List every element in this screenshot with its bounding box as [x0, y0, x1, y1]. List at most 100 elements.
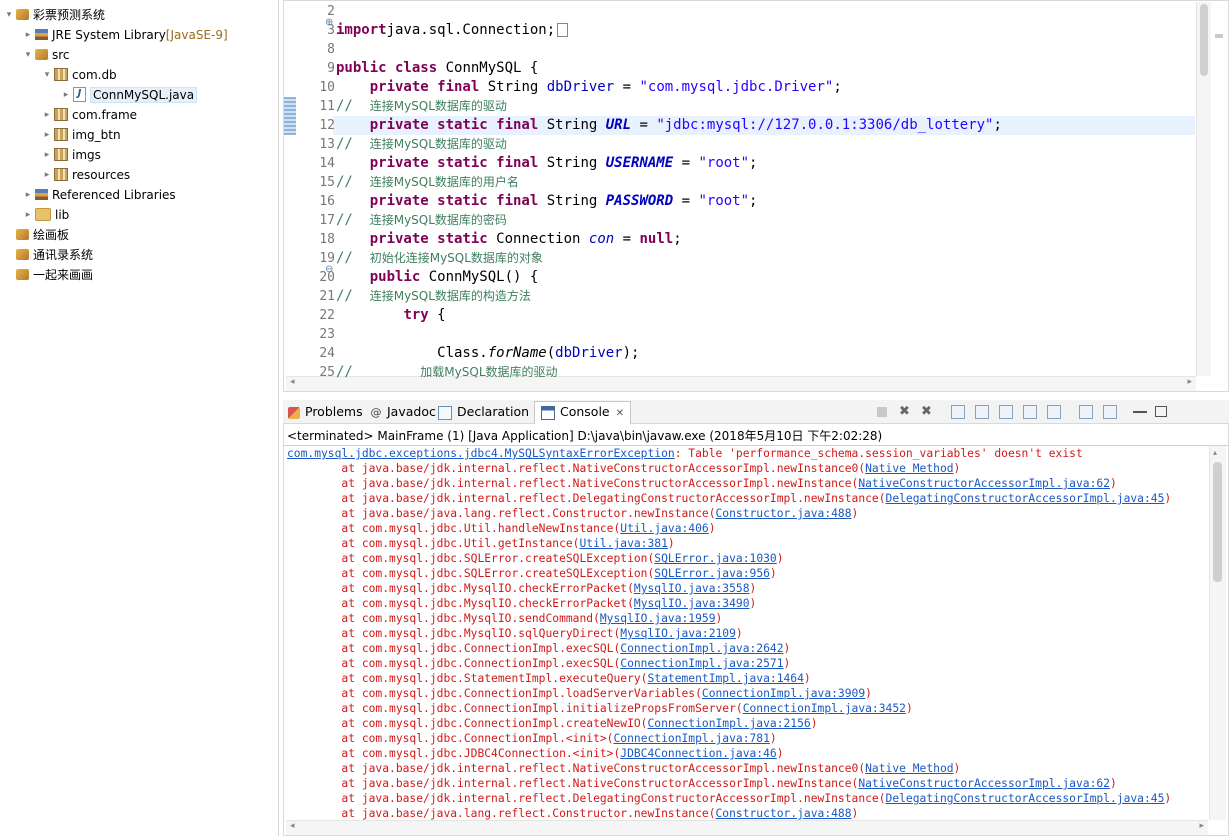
code-line[interactable]: try {	[336, 306, 445, 325]
tree-item[interactable]: ▸ Referenced Libraries	[23, 185, 176, 205]
stack-frame-link[interactable]: JDBC4Connection.java:46	[620, 747, 776, 760]
code-line[interactable]: private static Connection con = null;	[336, 230, 682, 249]
collapse-fold-icon[interactable]: ⊖	[325, 264, 333, 275]
code-line[interactable]: importjava.sql.Connection;	[336, 21, 569, 40]
stack-frame-link[interactable]: Constructor.java:488	[716, 507, 852, 520]
code-line[interactable]: // 加载MySQL数据库的驱动	[336, 363, 558, 382]
stack-frame-link[interactable]: ConnectionImpl.java:2642	[620, 642, 783, 655]
code-line[interactable]: // 连接MySQL数据库的构造方法	[336, 287, 531, 306]
tab-declaration[interactable]: Declaration	[438, 402, 529, 422]
collapse-icon[interactable]: ▾	[42, 65, 52, 85]
console-scroll-up-icon[interactable]: ▴	[1213, 448, 1217, 457]
show-on-output-icon[interactable]	[1047, 405, 1061, 419]
clear-console-icon[interactable]	[951, 405, 965, 419]
stack-frame-link[interactable]: StatementImpl.java:1464	[647, 672, 803, 685]
stack-frame-link[interactable]: MysqlIO.java:3490	[634, 597, 750, 610]
code-line[interactable]: // 连接MySQL数据库的用户名	[336, 173, 519, 192]
code-line[interactable]: // 连接MySQL数据库的驱动	[336, 135, 507, 154]
code-line[interactable]: // 初始化连接MySQL数据库的对象	[336, 249, 543, 268]
stack-frame-link[interactable]: DelegatingConstructorAccessorImpl.java:4…	[886, 492, 1165, 505]
code-line[interactable]: public ConnMySQL() {	[336, 268, 539, 287]
stack-frame-link[interactable]: ConnectionImpl.java:3452	[743, 702, 906, 715]
close-icon[interactable]: ✕	[616, 408, 624, 419]
expand-icon[interactable]: ▸	[23, 25, 33, 45]
expand-icon[interactable]: ▸	[23, 205, 33, 225]
collapse-icon[interactable]: ▾	[23, 45, 33, 65]
tree-item[interactable]: ▸ resources	[42, 165, 130, 185]
stack-frame-link[interactable]: MysqlIO.java:1959	[600, 612, 716, 625]
stack-frame-link[interactable]: SQLError.java:956	[654, 567, 770, 580]
terminate-icon[interactable]	[877, 407, 887, 417]
stack-frame-link[interactable]: Constructor.java:488	[716, 807, 852, 820]
folded-imports-icon[interactable]	[557, 23, 569, 37]
remove-all-icon[interactable]: ✖	[921, 405, 935, 419]
code-line[interactable]: private static final String USERNAME = "…	[336, 154, 758, 173]
tab-problems[interactable]: Problems	[288, 402, 363, 422]
stack-frame-link[interactable]: MysqlIO.java:3558	[634, 582, 750, 595]
code-line[interactable]: private static final String PASSWORD = "…	[336, 192, 758, 211]
pin-console-icon[interactable]	[1023, 405, 1037, 419]
code-line[interactable]: private final String dbDriver = "com.mys…	[336, 78, 842, 97]
code-line[interactable]: // 连接MySQL数据库的密码	[336, 211, 507, 230]
stack-frame-link[interactable]: ConnectionImpl.java:3909	[702, 687, 865, 700]
maximize-icon[interactable]	[1155, 406, 1167, 417]
tree-item[interactable]: ▸ img_btn	[42, 125, 121, 145]
expand-icon[interactable]: ▸	[42, 105, 52, 125]
tab-javadoc[interactable]: @ Javadoc	[370, 402, 436, 422]
expand-icon[interactable]: ▸	[42, 165, 52, 185]
stack-frame-link[interactable]: ConnectionImpl.java:2156	[647, 717, 810, 730]
console-text: )	[1109, 777, 1117, 790]
editor-overview-ruler[interactable]	[1212, 2, 1226, 376]
collapse-icon[interactable]: ▾	[4, 5, 14, 25]
tree-item[interactable]: ▾ 彩票预测系统	[4, 5, 105, 25]
code-line[interactable]: // 连接MySQL数据库的驱动	[336, 97, 507, 116]
exception-link[interactable]: com.mysql.jdbc.exceptions.jdbc4.MySQLSyn…	[287, 447, 675, 460]
display-console-icon[interactable]	[1079, 405, 1093, 419]
stack-frame-link[interactable]: Util.java:406	[620, 522, 708, 535]
stack-frame-link[interactable]: Native Method	[865, 762, 953, 775]
open-console-icon[interactable]	[1103, 405, 1117, 419]
tree-item[interactable]: ▸ JRE System Library[JavaSE-9]	[23, 25, 228, 45]
tree-item[interactable]: ▸ J ConnMySQL.java	[61, 85, 198, 105]
word-wrap-icon[interactable]	[999, 405, 1013, 419]
expand-icon[interactable]: ▸	[23, 185, 33, 205]
minimize-icon[interactable]	[1133, 405, 1147, 413]
console-scroll-thumb[interactable]	[1213, 462, 1222, 582]
tree-item[interactable]: ▾ src	[23, 45, 70, 65]
remove-launch-icon[interactable]: ✖	[899, 405, 913, 419]
stack-frame-link[interactable]: DelegatingConstructorAccessorImpl.java:4…	[886, 792, 1165, 805]
scroll-right-icon[interactable]: ▸	[1187, 377, 1192, 387]
console-scroll-right-icon[interactable]: ▸	[1199, 821, 1204, 831]
stack-frame-link[interactable]: ConnectionImpl.java:781	[613, 732, 769, 745]
tree-item[interactable]: 一起来画画	[4, 265, 93, 285]
console-scroll-left-icon[interactable]: ◂	[290, 821, 295, 831]
tree-item[interactable]: 通讯录系统	[4, 245, 93, 265]
expand-icon[interactable]: ▸	[42, 145, 52, 165]
console-vscrollbar[interactable]: ▴	[1209, 446, 1226, 820]
tree-item[interactable]: ▾ com.db	[42, 65, 117, 85]
stack-frame-link[interactable]: SQLError.java:1030	[654, 552, 776, 565]
tree-item[interactable]: ▸ imgs	[42, 145, 101, 165]
expand-icon[interactable]: ▸	[42, 125, 52, 145]
console-hscrollbar[interactable]: ◂ ▸	[286, 820, 1208, 835]
code-line[interactable]: Class.forName(dbDriver);	[336, 344, 639, 363]
scroll-lock-icon[interactable]	[975, 405, 989, 419]
stack-frame-link[interactable]: Util.java:381	[579, 537, 667, 550]
code-line[interactable]: public class ConnMySQL {	[336, 59, 538, 78]
code-line[interactable]: private static final String URL = "jdbc:…	[336, 116, 1002, 135]
expand-fold-icon[interactable]: ⊕	[325, 17, 333, 28]
expand-icon[interactable]: ▸	[61, 85, 71, 105]
tree-item[interactable]: ▸ lib	[23, 205, 69, 225]
stack-frame-link[interactable]: Native Method	[865, 462, 953, 475]
stack-frame-link[interactable]: NativeConstructorAccessorImpl.java:62	[858, 777, 1110, 790]
stack-frame-link[interactable]: MysqlIO.java:2109	[620, 627, 736, 640]
code-token: 连接MySQL数据库的密码	[369, 213, 507, 227]
tree-item[interactable]: ▸ com.frame	[42, 105, 137, 125]
stack-frame-link[interactable]: ConnectionImpl.java:2571	[620, 657, 783, 670]
tab-console[interactable]: Console ✕	[534, 401, 632, 424]
stack-frame-link[interactable]: NativeConstructorAccessorImpl.java:62	[858, 477, 1110, 490]
ruler-marker[interactable]	[1215, 34, 1223, 38]
editor-scroll-thumb[interactable]	[1200, 4, 1208, 76]
editor-scrollbar[interactable]	[1196, 2, 1211, 376]
tree-item[interactable]: 绘画板	[4, 225, 69, 245]
